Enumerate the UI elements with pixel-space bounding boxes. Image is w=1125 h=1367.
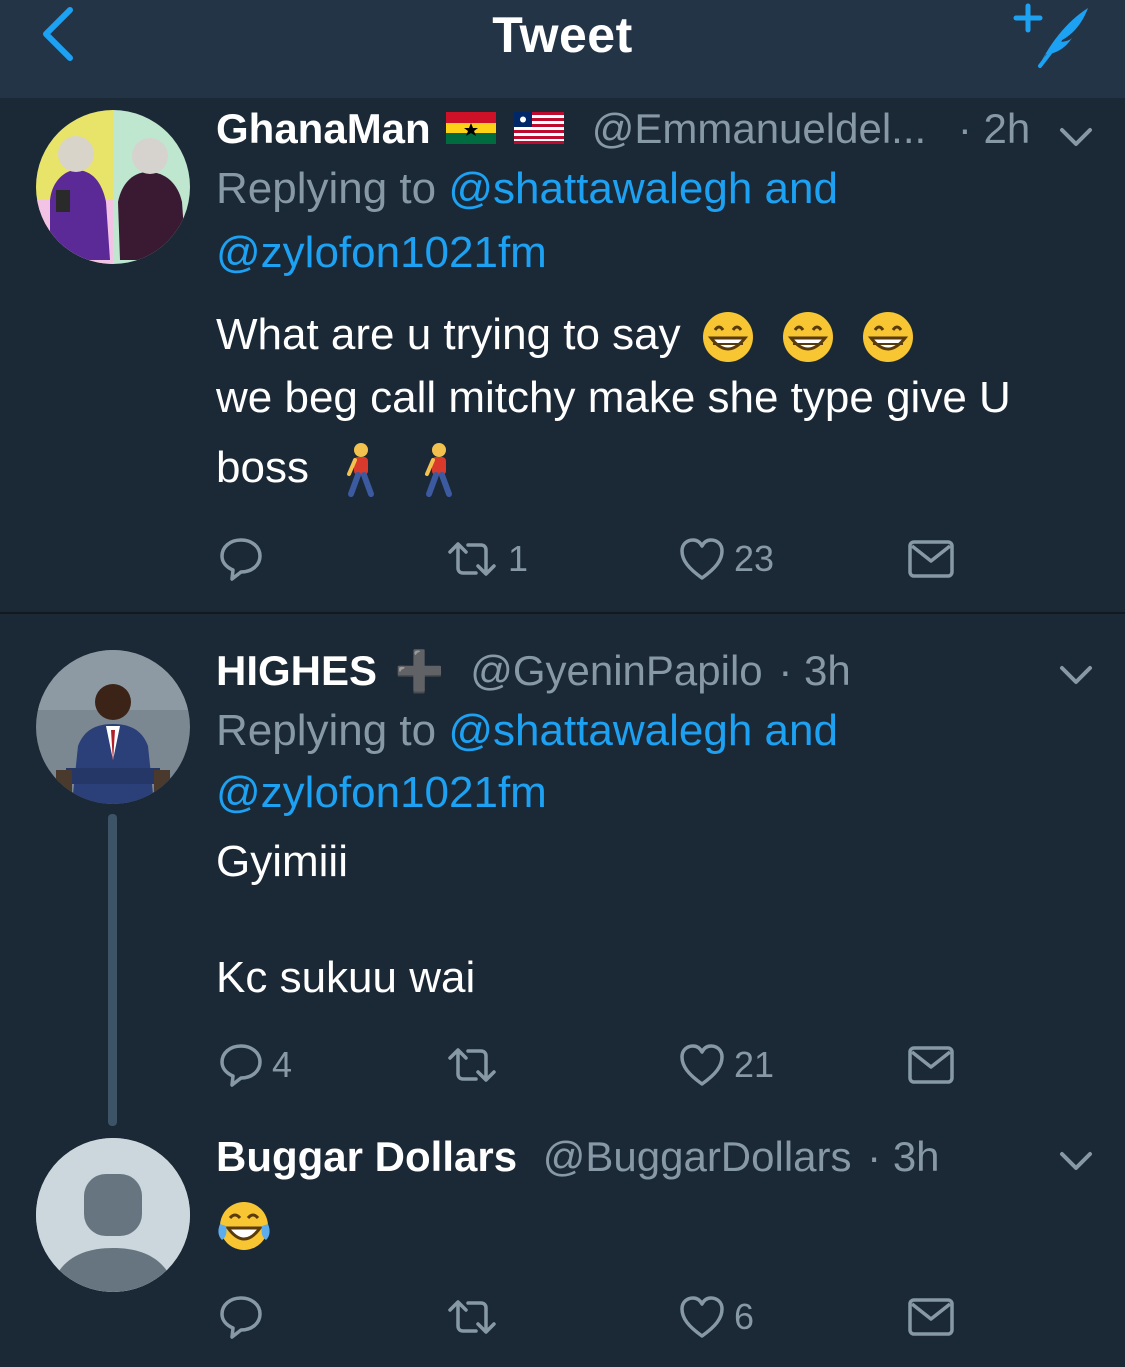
- envelope-icon: [908, 540, 954, 578]
- tweet-header: HIGHES ➕ @GyeninPapilo · 3h: [216, 647, 851, 694]
- chevron-down-icon: [1060, 128, 1092, 146]
- chevron-down-icon: [1060, 1152, 1092, 1170]
- tweet-actions: 4 21: [0, 1040, 1125, 1090]
- grinning-face-emoji-icon: [783, 312, 834, 363]
- retweet-button[interactable]: 1: [444, 534, 528, 584]
- compose-button[interactable]: [1010, 2, 1096, 72]
- mention-link[interactable]: @shattawalegh and: [448, 706, 838, 755]
- retweet-count: 1: [508, 538, 529, 579]
- like-button[interactable]: 6: [678, 1292, 754, 1342]
- tweet-options-button[interactable]: [1056, 122, 1096, 152]
- display-name[interactable]: Buggar Dollars: [216, 1133, 517, 1180]
- tweet-options-button[interactable]: [1056, 1146, 1096, 1176]
- avatar-image: [36, 650, 190, 804]
- tweet-text: What are u trying to say: [216, 310, 681, 359]
- replying-to-continued: @zylofon1021fm: [216, 222, 547, 284]
- face-with-tears-of-joy-emoji-icon: [218, 1202, 270, 1250]
- person-walking-emoji-icon: [425, 443, 453, 498]
- tweet-text-line: Gyimiii: [216, 837, 348, 886]
- like-count: 23: [734, 538, 775, 579]
- tweet-reply[interactable]: GhanaMan @Emmanueldel... · 2h Replying t…: [0, 98, 1125, 612]
- mention-link[interactable]: @shattawalegh and: [448, 164, 838, 213]
- mention-link[interactable]: @zylofon1021fm: [216, 768, 547, 817]
- avatar[interactable]: [36, 650, 190, 804]
- grinning-face-emoji-icon: [863, 312, 914, 363]
- tweet-options-button[interactable]: [1056, 660, 1096, 690]
- chevron-down-icon: [1060, 666, 1092, 684]
- user-handle[interactable]: @BuggarDollars: [543, 1133, 852, 1180]
- display-name[interactable]: HIGHES: [216, 647, 377, 694]
- display-name[interactable]: GhanaMan: [216, 105, 431, 152]
- tweet-text: boss: [216, 443, 309, 492]
- heart-icon: [680, 1044, 724, 1086]
- user-handle[interactable]: @Emmanueldel...: [592, 105, 926, 152]
- reply-button[interactable]: [218, 1292, 272, 1342]
- envelope-icon: [908, 1046, 954, 1084]
- reply-button[interactable]: [218, 534, 272, 584]
- heart-icon: [680, 1296, 724, 1338]
- replying-to: Replying to @shattawalegh and: [216, 700, 838, 762]
- reply-icon: [220, 538, 262, 581]
- like-count: 21: [734, 1044, 775, 1085]
- retweet-icon: [448, 1048, 496, 1082]
- direct-message-button[interactable]: [906, 534, 956, 584]
- reply-icon: [220, 1044, 262, 1087]
- reply-count: 4: [272, 1044, 293, 1085]
- retweet-button[interactable]: [444, 1292, 508, 1342]
- replying-to-continued: @zylofon1021fm: [216, 762, 547, 824]
- navigation-bar: Tweet: [0, 0, 1125, 98]
- tweet-reply[interactable]: Buggar Dollars @BuggarDollars · 3h 6: [0, 1114, 1125, 1367]
- avatar[interactable]: [36, 110, 190, 264]
- replying-to-label: Replying to: [216, 164, 449, 213]
- tweet-text-line: boss: [216, 438, 459, 498]
- tweet-header: GhanaMan @Emmanueldel... · 2h: [216, 108, 1030, 150]
- avatar-image: [36, 110, 190, 264]
- grinning-face-emoji-group: [701, 310, 915, 363]
- compose-feather-icon: [1013, 3, 1088, 68]
- mention-link[interactable]: @zylofon1021fm: [216, 228, 547, 277]
- ghana-flag-icon: [446, 111, 497, 144]
- user-handle[interactable]: @GyeninPapilo: [470, 647, 762, 694]
- page-title: Tweet: [492, 7, 633, 63]
- tweet-text-line: What are u trying to say: [216, 308, 915, 364]
- envelope-icon: [908, 1298, 954, 1336]
- retweet-button[interactable]: [444, 1040, 508, 1090]
- timestamp: · 3h: [778, 647, 851, 694]
- tweet-header: Buggar Dollars @BuggarDollars · 3h: [216, 1136, 940, 1178]
- direct-message-button[interactable]: [906, 1040, 956, 1090]
- default-avatar-icon: [36, 1138, 190, 1292]
- tweet-text-line: [216, 1198, 272, 1254]
- replying-to: Replying to @shattawalegh and: [216, 158, 838, 220]
- retweet-icon: [448, 1300, 496, 1334]
- reply-icon: [220, 1296, 262, 1339]
- reply-button[interactable]: 4: [218, 1040, 292, 1090]
- tweet-reply[interactable]: HIGHES ➕ @GyeninPapilo · 3h Replying to …: [0, 614, 1125, 1126]
- tweet-actions: 6: [0, 1292, 1125, 1342]
- person-walking-emoji-icon: [347, 443, 375, 498]
- direct-message-button[interactable]: [906, 1292, 956, 1342]
- like-button[interactable]: 23: [678, 534, 774, 584]
- avatar[interactable]: [36, 1138, 190, 1292]
- retweet-icon: [448, 542, 496, 576]
- tweet-text-line: Kc sukuu wai: [216, 953, 476, 1002]
- heart-icon: [680, 538, 724, 580]
- tweet-text-line: we beg call mitchy make she type give U: [216, 373, 1011, 422]
- replying-to-label: Replying to: [216, 706, 449, 755]
- liberia-flag-icon: [514, 111, 565, 144]
- like-button[interactable]: 21: [678, 1040, 774, 1090]
- like-count: 6: [734, 1296, 755, 1337]
- grinning-face-emoji-icon: [702, 312, 753, 363]
- timestamp: · 3h: [867, 1133, 940, 1180]
- tweet-actions: 1 23: [0, 534, 1125, 584]
- timestamp: · 2h: [957, 105, 1031, 152]
- plus-badge-icon: ➕: [394, 650, 445, 694]
